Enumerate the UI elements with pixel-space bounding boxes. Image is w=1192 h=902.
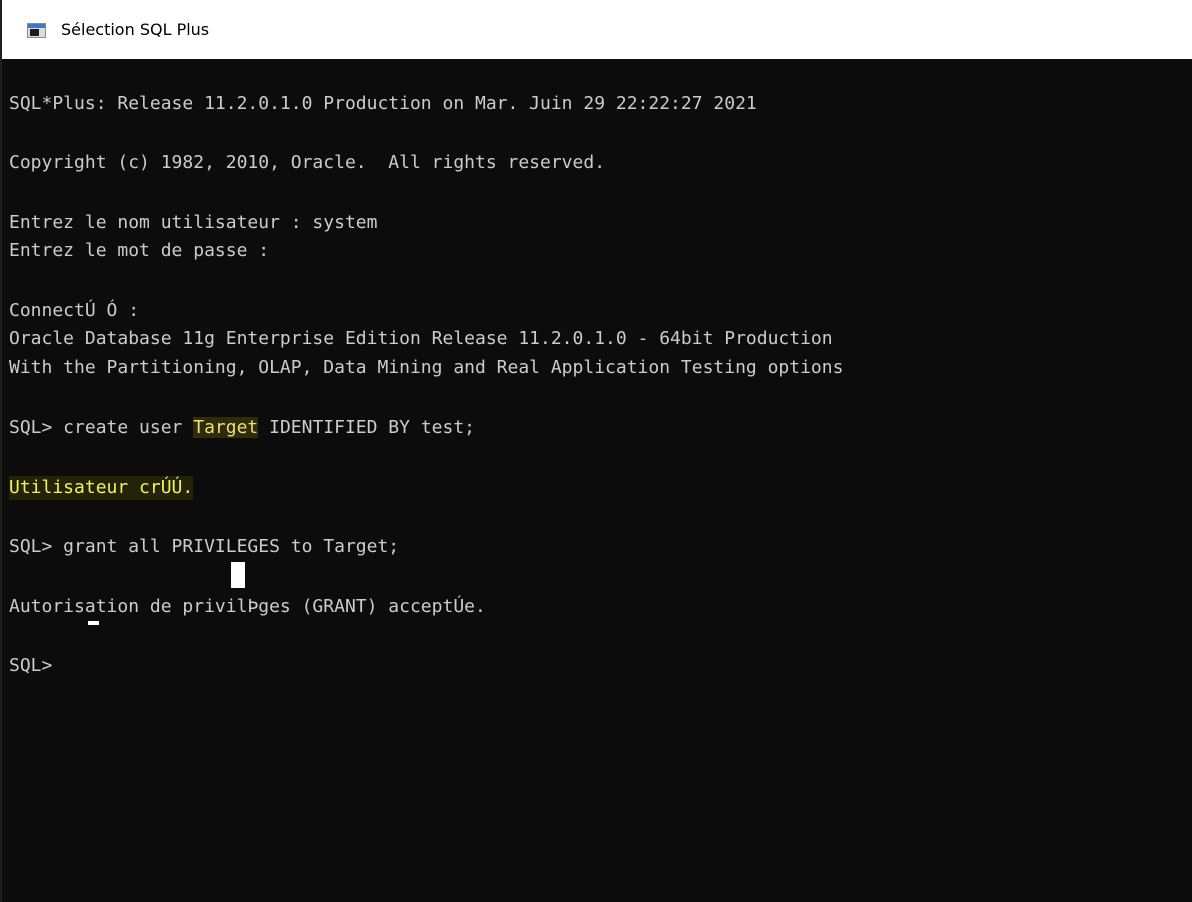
- console-line-connected: ConnectÚ Ó :: [9, 300, 140, 321]
- sqlplus-window: Sélection SQL Plus SQL*Plus: Release 11.…: [0, 0, 1192, 902]
- title-bar[interactable]: Sélection SQL Plus: [2, 0, 1192, 59]
- create-user-command-suffix: IDENTIFIED BY test;: [258, 417, 476, 438]
- create-user-command-prefix: SQL> create user: [9, 417, 194, 438]
- console-line-username-prompt: Entrez le nom utilisateur : system: [9, 212, 378, 233]
- highlighted-target-word: Target: [193, 417, 259, 438]
- console-line-user-created: Utilisateur crÚÚ.: [9, 476, 194, 500]
- console-app-icon-bar: [28, 24, 45, 28]
- console-line-grant-accepted: Autorisation de privilÞges (GRANT) accep…: [9, 596, 486, 617]
- window-title: Sélection SQL Plus: [61, 20, 210, 39]
- console-line-database-edition: Oracle Database 11g Enterprise Edition R…: [9, 328, 833, 349]
- console-app-icon[interactable]: [27, 23, 46, 38]
- console-line-password-prompt: Entrez le mot de passe :: [9, 240, 270, 261]
- console-prompt[interactable]: SQL>: [9, 654, 63, 678]
- console-line-release: SQL*Plus: Release 11.2.0.1.0 Production …: [9, 93, 757, 114]
- mouse-text-cursor: [231, 562, 245, 588]
- console-line-grant-command: SQL> grant all PRIVILEGES to Target;: [9, 536, 400, 557]
- console-line-create-user: SQL> create user Target IDENTIFIED BY te…: [9, 416, 475, 440]
- console-output[interactable]: SQL*Plus: Release 11.2.0.1.0 Production …: [2, 59, 1192, 902]
- console-line-copyright: Copyright (c) 1982, 2010, Oracle. All ri…: [9, 152, 606, 173]
- console-caret: [88, 621, 99, 625]
- console-line-options: With the Partitioning, OLAP, Data Mining…: [9, 357, 844, 378]
- console-app-icon-screen: [30, 29, 39, 36]
